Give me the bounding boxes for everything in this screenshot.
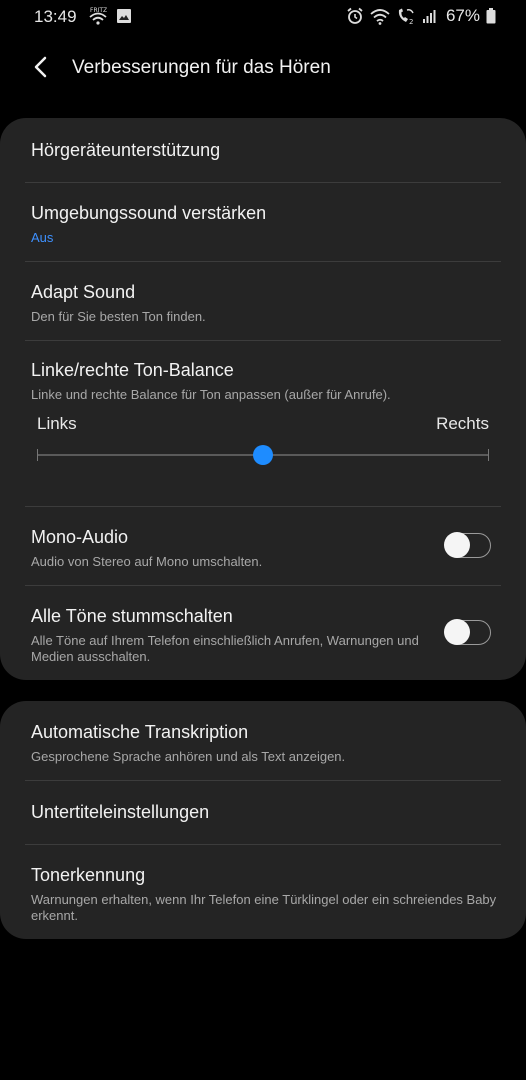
balance-right-label: Rechts bbox=[436, 414, 489, 433]
mono-audio-toggle[interactable] bbox=[444, 532, 491, 558]
divider bbox=[25, 182, 501, 183]
divider bbox=[25, 844, 501, 845]
app-header: Verbesserungen für das Hören bbox=[0, 42, 526, 94]
setting-title: Adapt Sound bbox=[31, 282, 136, 302]
battery-icon bbox=[486, 8, 496, 24]
back-arrow-icon bbox=[34, 56, 47, 78]
slider-tick-left bbox=[37, 449, 38, 461]
setting-transcription[interactable]: Automatische Transkription Gesprochene S… bbox=[31, 722, 501, 765]
slider-tick-right bbox=[488, 449, 489, 461]
setting-subtitle: Linke und rechte Balance für Ton anpasse… bbox=[31, 387, 391, 402]
svg-text:2: 2 bbox=[409, 18, 413, 25]
setting-subtitle: Alle Töne auf Ihrem Telefon einschließli… bbox=[31, 633, 419, 664]
divider bbox=[25, 506, 501, 507]
setting-title: Untertiteleinstellungen bbox=[31, 802, 210, 822]
setting-title: Hörgeräteunterstützung bbox=[31, 140, 221, 160]
setting-title: Alle Töne stummschalten bbox=[31, 606, 233, 626]
signal-icon bbox=[422, 10, 436, 23]
setting-adapt-sound[interactable]: Adapt Sound Den für Sie besten Ton finde… bbox=[31, 282, 501, 325]
hearing-settings-card: Hörgeräteunterstützung Umgebungssound ve… bbox=[0, 118, 526, 680]
divider bbox=[25, 780, 501, 781]
setting-sound-detection[interactable]: Tonerkennung Warnungen erhalten, wenn Ih… bbox=[31, 865, 501, 924]
setting-mute-all[interactable]: Alle Töne stummschalten Alle Töne auf Ih… bbox=[31, 606, 426, 665]
setting-mono-audio[interactable]: Mono-Audio Audio von Stereo auf Mono ums… bbox=[31, 527, 426, 570]
setting-subtitle: Audio von Stereo auf Mono umschalten. bbox=[31, 554, 263, 569]
mute-all-toggle[interactable] bbox=[444, 619, 491, 645]
setting-title: Mono-Audio bbox=[31, 527, 129, 547]
back-button[interactable] bbox=[24, 50, 58, 84]
alarm-icon bbox=[347, 7, 363, 24]
status-bar: 13:49 FRITZ 2 67% bbox=[0, 0, 526, 34]
battery-percentage: 67% bbox=[445, 6, 480, 25]
divider bbox=[25, 340, 501, 341]
divider bbox=[25, 585, 501, 586]
setting-title: Automatische Transkription bbox=[31, 722, 249, 742]
setting-ambient-sound[interactable]: Umgebungssound verstärken Aus bbox=[31, 203, 501, 246]
setting-subtitle: Gesprochene Sprache anhören und als Text… bbox=[31, 749, 346, 764]
setting-balance: Linke/rechte Ton-Balance Linke und recht… bbox=[31, 360, 501, 403]
toggle-knob bbox=[444, 619, 470, 645]
balance-left-label: Links bbox=[37, 414, 77, 433]
setting-title: Tonerkennung bbox=[31, 865, 146, 885]
setting-subtitle: Warnungen erhalten, wenn Ihr Telefon ein… bbox=[31, 892, 497, 923]
balance-slider-thumb[interactable] bbox=[253, 445, 273, 465]
divider bbox=[25, 261, 501, 262]
wifi-icon bbox=[370, 9, 390, 25]
image-icon bbox=[117, 9, 131, 23]
setting-title: Umgebungssound verstärken bbox=[31, 203, 267, 223]
setting-subtitles[interactable]: Untertiteleinstellungen bbox=[31, 802, 501, 842]
toggle-knob bbox=[444, 532, 470, 558]
setting-hearing-aid[interactable]: Hörgeräteunterstützung bbox=[31, 140, 501, 180]
accessibility-hearing-card: Automatische Transkription Gesprochene S… bbox=[0, 701, 526, 939]
wifi-fritz-icon: FRITZ bbox=[89, 7, 107, 25]
page-title: Verbesserungen für das Hören bbox=[72, 57, 331, 78]
setting-status: Aus bbox=[31, 230, 54, 245]
status-time: 13:49 bbox=[34, 7, 77, 26]
setting-subtitle: Den für Sie besten Ton finden. bbox=[31, 309, 206, 324]
wifi-calling-icon: 2 bbox=[398, 8, 414, 25]
setting-title: Linke/rechte Ton-Balance bbox=[31, 360, 234, 380]
